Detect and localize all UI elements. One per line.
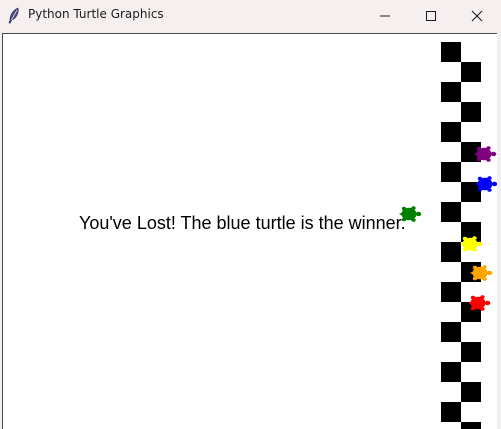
yellow-turtle xyxy=(459,234,483,254)
finish-square xyxy=(441,122,461,142)
finish-square xyxy=(441,362,461,382)
finish-square xyxy=(441,322,461,342)
turtle-icon xyxy=(475,176,497,192)
green-turtle xyxy=(398,204,422,224)
title-bar[interactable]: Python Turtle Graphics xyxy=(0,0,501,31)
turtle-window: Python Turtle Graphics You've Lost! The … xyxy=(0,0,501,429)
finish-square xyxy=(461,342,481,362)
finish-square xyxy=(441,82,461,102)
finish-square xyxy=(461,422,481,429)
red-turtle xyxy=(467,293,491,313)
finish-square xyxy=(461,102,481,122)
turtle-icon xyxy=(470,265,493,281)
canvas-edge xyxy=(497,33,501,429)
finish-square xyxy=(441,282,461,302)
purple-turtle xyxy=(473,144,497,164)
finish-square xyxy=(461,382,481,402)
feather-icon xyxy=(7,7,21,24)
close-button[interactable] xyxy=(454,0,500,31)
turtle-icon xyxy=(460,236,483,252)
finish-square xyxy=(441,402,461,422)
minimize-button[interactable] xyxy=(362,0,408,31)
finish-square xyxy=(441,202,461,222)
turtle-icon xyxy=(474,146,497,162)
orange-turtle xyxy=(469,263,493,283)
finish-square xyxy=(441,242,461,262)
turtle-icon xyxy=(399,206,422,222)
window-title: Python Turtle Graphics xyxy=(28,7,164,21)
turtle-icon xyxy=(468,295,491,311)
minimize-icon xyxy=(380,15,390,16)
maximize-button[interactable] xyxy=(408,0,454,31)
close-icon xyxy=(471,10,483,21)
result-message: You've Lost! The blue turtle is the winn… xyxy=(79,213,406,233)
finish-square xyxy=(441,42,461,62)
finish-square xyxy=(441,162,461,182)
blue-turtle xyxy=(474,174,497,194)
maximize-icon xyxy=(426,10,436,21)
turtle-canvas[interactable]: You've Lost! The blue turtle is the winn… xyxy=(2,33,497,429)
finish-square xyxy=(461,62,481,82)
